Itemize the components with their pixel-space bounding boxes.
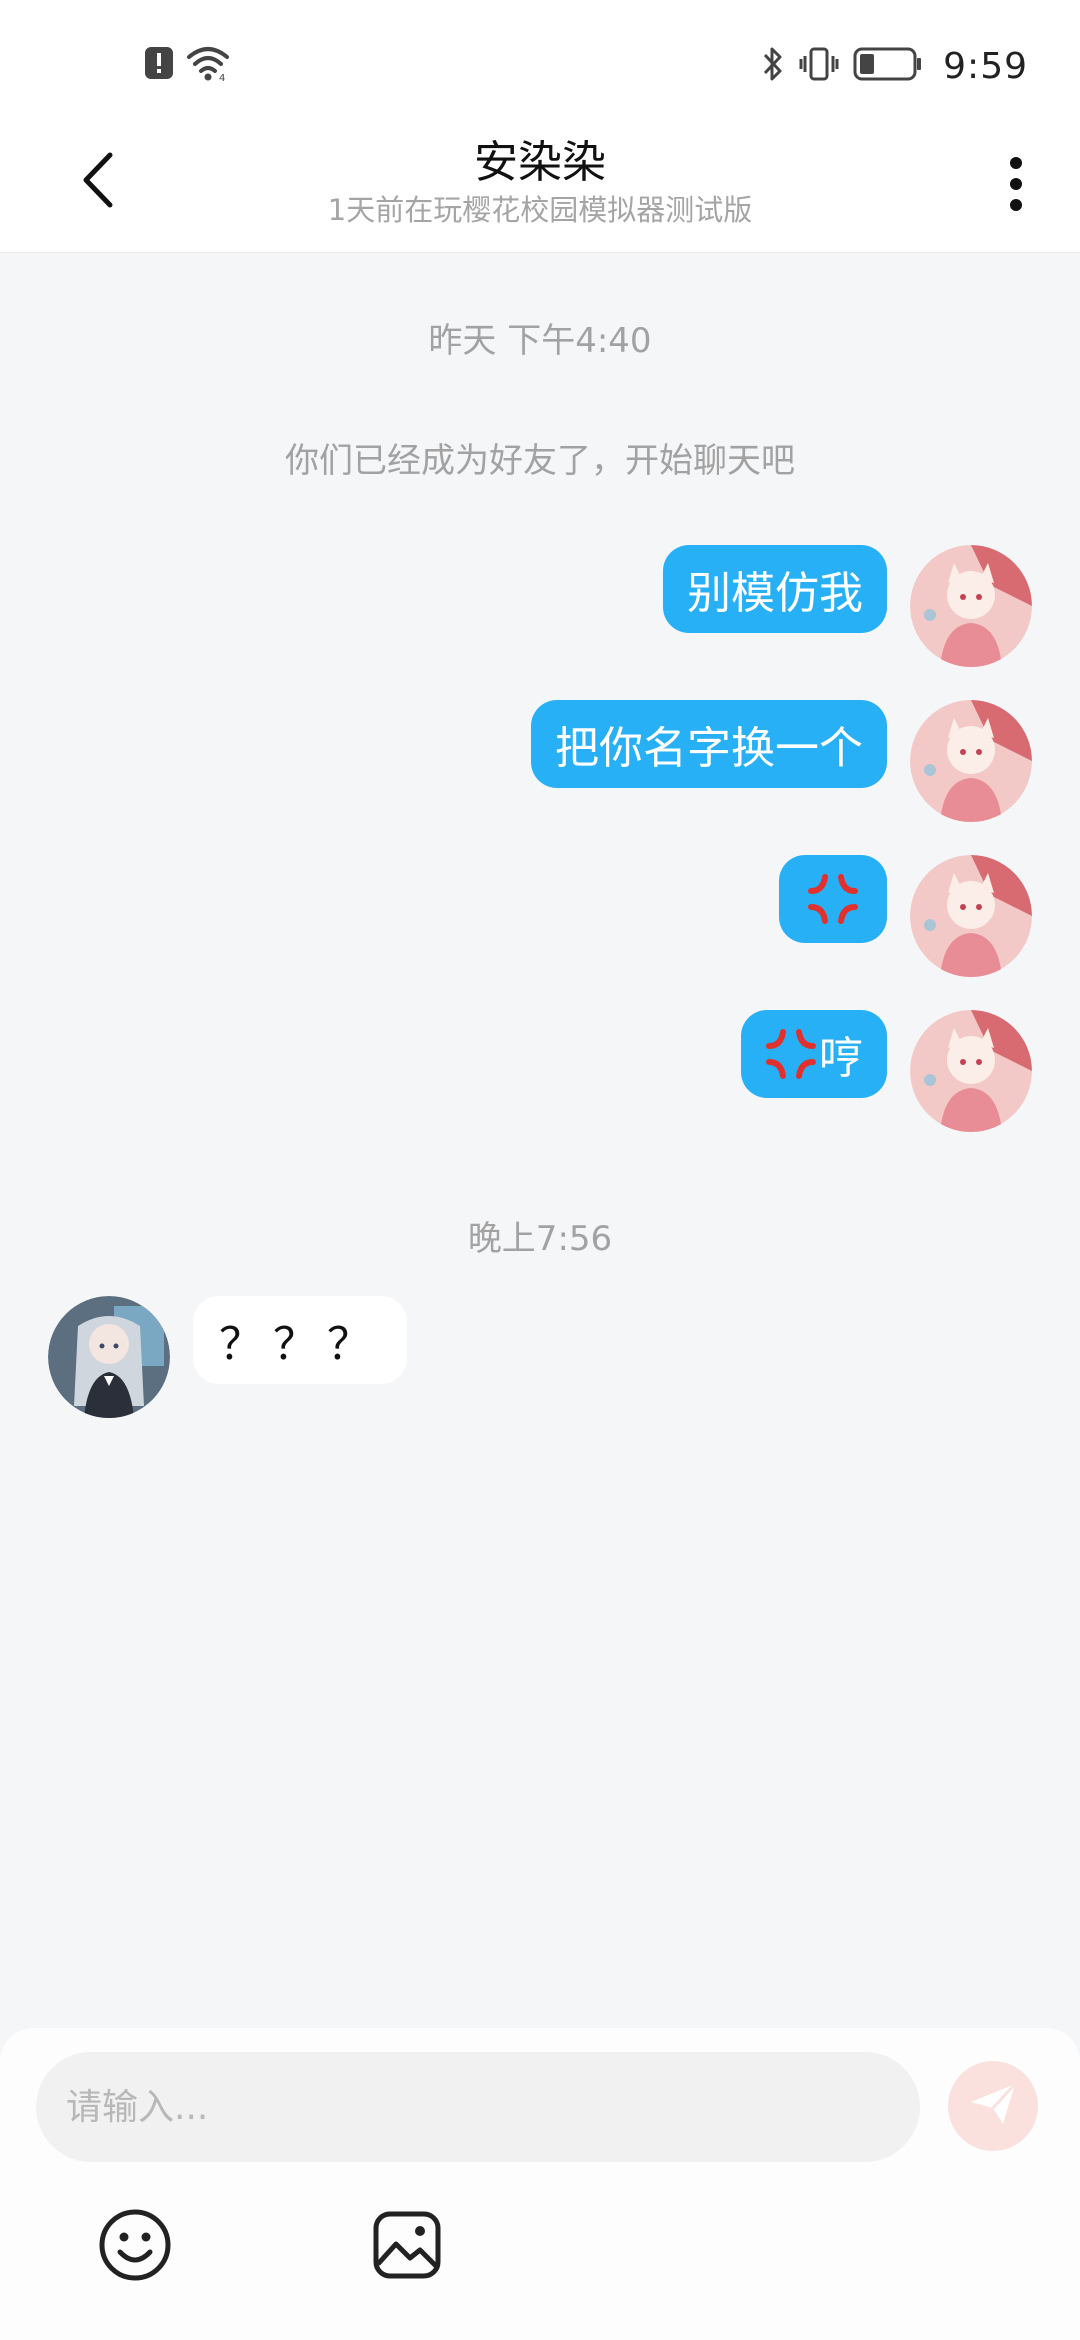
status-bar: 4 9:59 [0,0,1080,130]
contact-name: 安染染 [474,137,606,188]
message-bubble-outgoing[interactable]: 哼 [741,1010,887,1098]
message-row-outgoing: 哼 [0,1010,1080,1132]
message-row-outgoing: 别模仿我 [0,545,1080,667]
emoji-button[interactable] [98,2208,172,2282]
angry-vein-icon [763,1026,819,1082]
battery-icon [853,46,923,86]
timestamp: 晚上7:56 [467,1219,613,1259]
message-bubble-outgoing[interactable]: 把你名字换一个 [531,700,887,788]
message-row-outgoing: 把你名字换一个 [0,700,1080,822]
message-input[interactable] [36,2052,920,2162]
self-avatar[interactable] [910,855,1032,977]
self-avatar[interactable] [910,1010,1032,1132]
contact-status: 1天前在玩樱花校园模拟器测试版 [327,193,753,227]
more-vertical-icon [1009,155,1023,217]
bluetooth-icon [761,44,785,88]
self-avatar[interactable] [910,700,1032,822]
chevron-left-icon [78,151,118,213]
message-bubble-outgoing[interactable]: 别模仿我 [663,545,887,633]
message-text: ？？？ [219,1319,381,1370]
alert-icon [144,46,174,84]
svg-text:4: 4 [219,73,225,82]
back-button[interactable] [66,150,130,214]
chat-header: 安染染 1天前在玩樱花校园模拟器测试版 [0,130,1080,253]
image-icon [370,2211,444,2286]
message-text: 别模仿我 [687,568,863,619]
message-list[interactable]: 昨天 下午4:40 你们已经成为好友了，开始聊天吧 别模仿我 把你名字换一个 哼… [0,253,1080,2028]
image-button[interactable] [370,2208,444,2282]
message-bubble-incoming[interactable]: ？？？ [193,1296,407,1384]
message-text: 哼 [819,1033,863,1084]
status-right: 9:59 [761,40,1028,92]
self-avatar[interactable] [910,545,1032,667]
wifi-icon: 4 [186,44,230,86]
chat-screen: 4 9:59 安染染 1天前在玩樱花校园模拟器测试版 昨天 下午4:40 你们已… [0,0,1080,2340]
status-left: 4 [144,44,230,86]
angry-vein-icon [805,871,861,927]
message-row-incoming: ？？？ [0,1296,1080,1418]
message-bubble-outgoing[interactable] [779,855,887,943]
send-icon [967,2078,1019,2134]
more-options-button[interactable] [988,150,1044,222]
smiley-icon [98,2209,172,2286]
send-button[interactable] [948,2061,1038,2151]
composer [0,2028,1080,2340]
message-row-outgoing [0,855,1080,977]
system-message: 你们已经成为好友了，开始聊天吧 [285,441,795,481]
status-time: 9:59 [943,45,1028,87]
message-text: 把你名字换一个 [555,723,863,774]
contact-avatar[interactable] [48,1296,170,1418]
timestamp: 昨天 下午4:40 [428,321,652,361]
vibrate-icon [799,44,839,88]
